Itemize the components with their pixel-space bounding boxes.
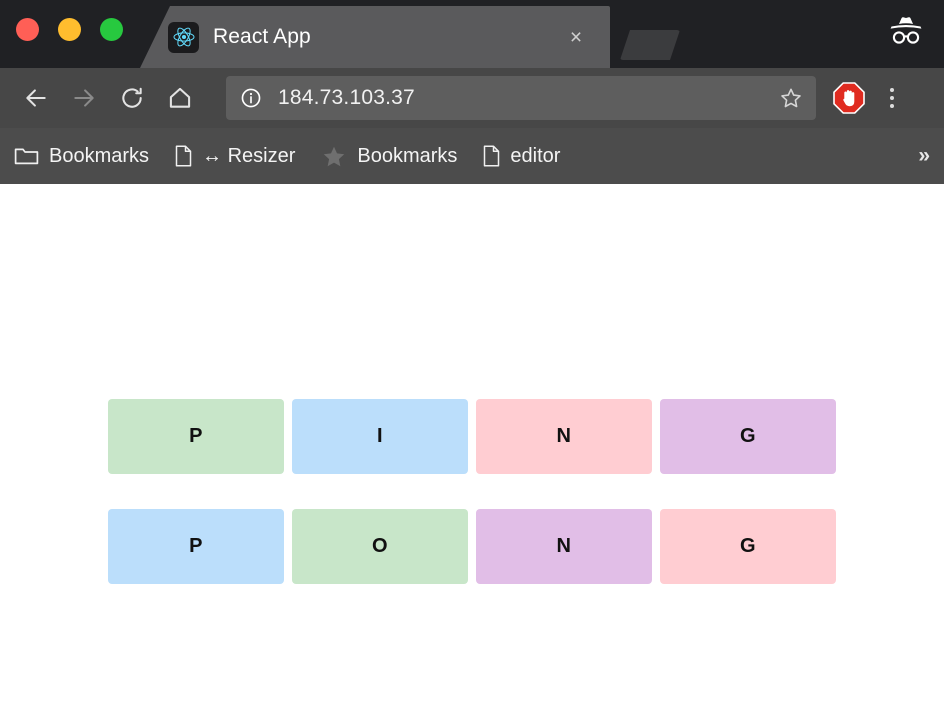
browser-menu-button[interactable] — [872, 76, 912, 120]
letter-tile-grid: P I N G P O N G — [108, 399, 836, 584]
three-dot-menu-icon — [890, 104, 894, 108]
letter-tile[interactable]: G — [660, 399, 836, 474]
letter-tile[interactable]: N — [476, 399, 652, 474]
bookmarks-overflow-button[interactable]: » — [918, 144, 930, 168]
bookmark-star-icon[interactable] — [776, 83, 806, 113]
tab-strip: React App × — [0, 0, 944, 68]
tab-title: React App — [213, 25, 311, 48]
bookmark-label: editor — [510, 144, 561, 167]
document-icon — [175, 145, 192, 167]
incognito-icon — [884, 10, 928, 50]
folder-icon — [14, 145, 39, 167]
home-button[interactable] — [156, 76, 204, 120]
letter-tile[interactable]: G — [660, 509, 836, 584]
close-window-button[interactable] — [16, 18, 39, 41]
tile-row: P O N G — [108, 509, 836, 584]
bookmark-item-editor[interactable]: editor — [483, 145, 560, 168]
bookmark-item-bookmarks-star[interactable]: Bookmarks — [321, 144, 457, 169]
three-dot-menu-icon — [890, 88, 894, 92]
document-icon — [483, 145, 500, 167]
back-button[interactable] — [12, 76, 60, 120]
browser-toolbar: 184.73.103.37 — [0, 68, 944, 128]
three-dot-menu-icon — [890, 96, 894, 100]
browser-window: React App × 184.73.103.37 Bookmarks ↔ Re… — [0, 0, 944, 728]
tile-row: P I N G — [108, 399, 836, 474]
bookmarks-bar: Bookmarks ↔ Resizer Bookmarks editor » — [0, 128, 944, 184]
letter-tile[interactable]: O — [292, 509, 468, 584]
zoom-window-button[interactable] — [100, 18, 123, 41]
new-tab-button[interactable] — [620, 30, 680, 60]
bookmark-label: Bookmarks — [357, 144, 458, 167]
adblock-extension-button[interactable] — [826, 75, 872, 121]
bookmark-label: ↔ Resizer — [202, 144, 296, 167]
address-bar[interactable]: 184.73.103.37 — [226, 76, 816, 120]
letter-tile[interactable]: P — [108, 509, 284, 584]
url-text: 184.73.103.37 — [278, 86, 415, 109]
letter-tile[interactable]: I — [292, 399, 468, 474]
react-logo-icon — [168, 21, 199, 53]
letter-tile[interactable]: N — [476, 509, 652, 584]
bookmark-label: Bookmarks — [49, 144, 150, 167]
letter-tile[interactable]: P — [108, 399, 284, 474]
forward-button[interactable] — [60, 76, 108, 120]
bookmark-item-resizer[interactable]: ↔ Resizer — [175, 145, 295, 168]
close-tab-button[interactable]: × — [564, 25, 588, 49]
bookmark-item-bookmarks-folder[interactable]: Bookmarks — [14, 145, 149, 168]
page-content: P I N G P O N G — [0, 184, 944, 728]
reload-button[interactable] — [108, 76, 156, 120]
minimize-window-button[interactable] — [58, 18, 81, 41]
window-controls — [16, 18, 123, 41]
browser-tab[interactable]: React App × — [140, 6, 610, 68]
star-filled-icon — [321, 144, 347, 169]
site-info-icon[interactable] — [240, 87, 262, 109]
